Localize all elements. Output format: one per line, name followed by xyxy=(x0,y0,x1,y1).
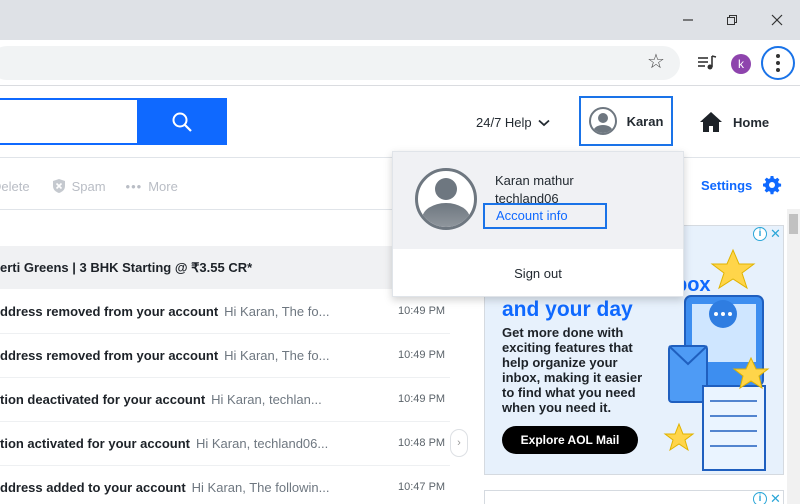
message-subject: ddress removed from your account Hi Karan… xyxy=(0,348,329,363)
subject-text: tion activated for your account xyxy=(0,436,190,451)
message-row[interactable]: ddress removed from your account Hi Karan… xyxy=(0,290,450,334)
spam-label: Spam xyxy=(71,178,106,194)
message-preview: Hi Karan, The followin... xyxy=(191,480,330,495)
message-row[interactable]: tion deactivated for your account Hi Kara… xyxy=(0,378,450,422)
account-button[interactable]: Karan xyxy=(579,96,673,146)
second-ad[interactable] xyxy=(484,490,784,504)
account-name: Karan mathur xyxy=(495,173,574,188)
ad-body: Get more done with exciting features tha… xyxy=(502,325,643,415)
minimize-icon[interactable] xyxy=(676,8,700,32)
kebab-dot xyxy=(776,54,780,58)
subject-text: ddress removed from your account xyxy=(0,304,219,319)
ad-headline: and your day xyxy=(502,298,633,321)
message-time: 10:48 PM xyxy=(398,437,446,449)
sign-out-link[interactable]: Sign out xyxy=(393,266,683,281)
browser-toolbar xyxy=(0,40,800,86)
user-avatar-icon xyxy=(415,168,477,230)
message-preview: Hi Karan, techlan... xyxy=(211,392,322,407)
message-time: 10:49 PM xyxy=(398,305,446,317)
ad-close-icon[interactable]: ✕ xyxy=(770,491,781,504)
user-avatar-icon xyxy=(588,107,617,135)
close-window-icon[interactable] xyxy=(765,8,789,32)
home-icon xyxy=(700,112,722,132)
account-info-link[interactable]: Account info xyxy=(483,203,607,229)
search-icon xyxy=(172,112,192,132)
delete-label: Delete xyxy=(0,178,30,194)
delete-action[interactable]: Delete xyxy=(0,179,30,194)
message-preview: Hi Karan, The fo... xyxy=(224,348,330,363)
message-row[interactable]: tion activated for your account Hi Karan,… xyxy=(0,422,450,466)
search-button[interactable] xyxy=(137,98,227,145)
explore-aol-mail-button[interactable]: Explore AOL Mail xyxy=(502,426,638,454)
restore-icon[interactable] xyxy=(720,8,744,32)
account-dropdown: Karan mathur techland06 Account info Sig… xyxy=(392,151,684,297)
account-summary: Karan mathur techland06 Account info xyxy=(393,152,683,249)
help-label: 24/7 Help xyxy=(476,115,532,130)
account-label: Karan xyxy=(626,113,664,129)
message-time: 10:47 PM xyxy=(398,481,446,493)
message-time: 10:49 PM xyxy=(398,393,446,405)
message-preview: Hi Karan, techland06... xyxy=(195,436,329,451)
message-row[interactable]: ddress added to your account Hi Karan, Th… xyxy=(0,466,450,504)
message-preview: Hi Karan, The fo... xyxy=(224,304,330,319)
message-subject: tion activated for your account Hi Karan,… xyxy=(0,436,328,451)
home-label: Home xyxy=(733,114,770,130)
more-action[interactable]: ••• More xyxy=(126,179,178,194)
message-subject: ddress removed from your account Hi Karan… xyxy=(0,304,329,319)
browser-menu-button[interactable] xyxy=(761,46,795,80)
promo-text: erti Greens | 3 BHK Starting @ ₹3.55 CR* xyxy=(0,260,253,275)
message-row[interactable]: ddress removed from your account Hi Karan… xyxy=(0,334,450,378)
chevron-down-icon xyxy=(538,119,550,126)
ad-info-icon[interactable]: i xyxy=(753,227,767,241)
help-menu[interactable]: 24/7 Help xyxy=(476,115,550,130)
mail-search-input[interactable] xyxy=(0,98,138,145)
scrollbar-thumb[interactable] xyxy=(789,214,798,234)
subject-text: ddress added to your account xyxy=(0,480,186,495)
more-label: More xyxy=(148,178,178,194)
kebab-dot xyxy=(776,68,780,72)
ad-info-icon[interactable]: i xyxy=(753,492,767,504)
browser-profile-avatar[interactable]: k xyxy=(731,54,751,74)
bookmark-star-icon[interactable]: ☆ xyxy=(645,51,667,73)
subject-text: tion deactivated for your account xyxy=(0,392,206,407)
ad-close-icon[interactable]: ✕ xyxy=(770,227,782,241)
browser-titlebar xyxy=(0,0,800,40)
settings-label: Settings xyxy=(701,177,753,193)
chevron-right-icon[interactable]: › xyxy=(450,429,468,457)
media-control-icon[interactable] xyxy=(696,52,718,74)
kebab-dot xyxy=(776,61,780,65)
ellipsis-icon: ••• xyxy=(125,178,143,194)
spam-action[interactable]: Spam xyxy=(52,178,106,194)
message-subject: tion deactivated for your account Hi Kara… xyxy=(0,392,322,407)
aol-mail-window: ☆ k 24/7 Help Karan Home Delete Spam •••… xyxy=(0,0,800,504)
settings-link[interactable]: Settings xyxy=(701,175,782,195)
address-bar[interactable] xyxy=(0,46,680,80)
gear-icon xyxy=(763,176,782,195)
home-link[interactable]: Home xyxy=(699,111,769,133)
message-time: 10:49 PM xyxy=(398,349,446,361)
page-scrollbar[interactable] xyxy=(787,209,800,504)
subject-text: ddress removed from your account xyxy=(0,348,219,363)
shield-x-icon xyxy=(52,179,65,193)
message-subject: ddress added to your account Hi Karan, Th… xyxy=(0,480,329,495)
message-actions-toolbar: Delete Spam ••• More xyxy=(0,178,178,194)
